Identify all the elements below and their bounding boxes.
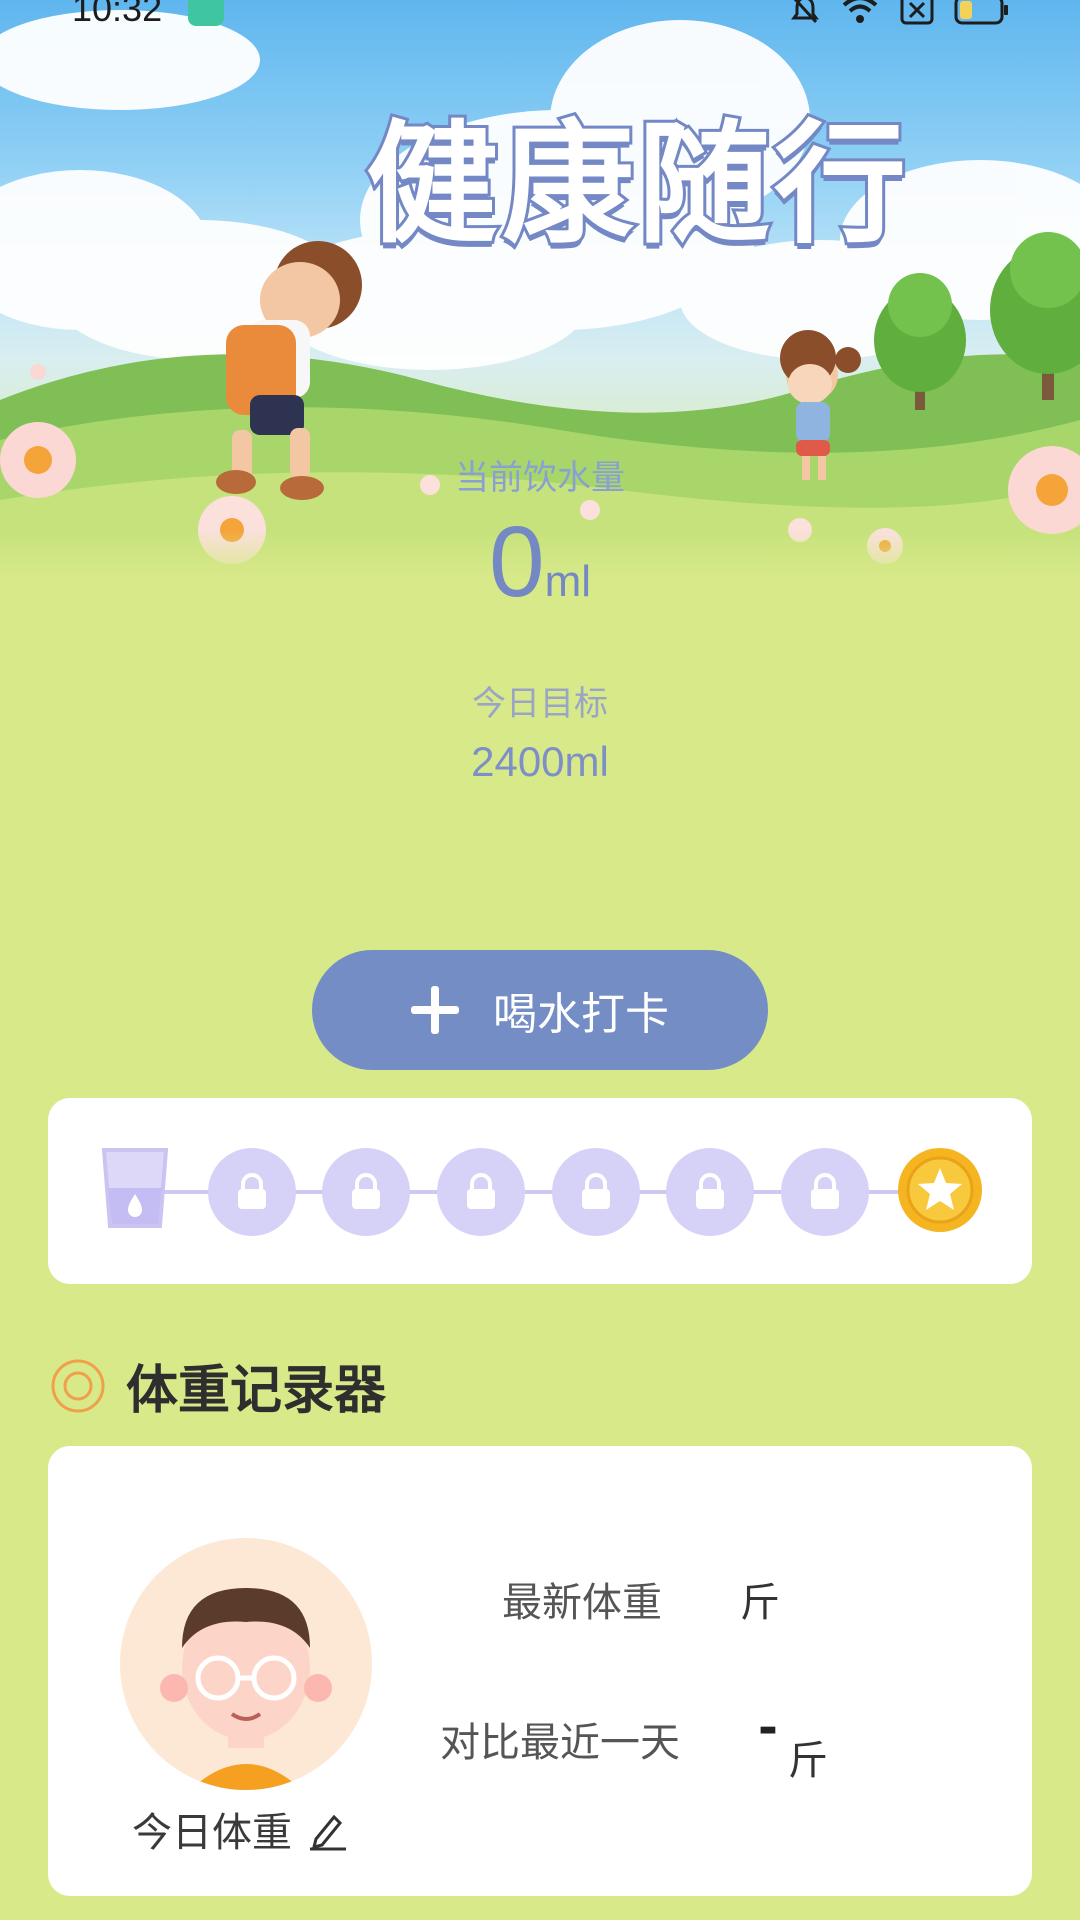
daily-goal-label: 今日目标 [472, 684, 608, 724]
weight-section-header: 体重记录器 [50, 1348, 386, 1423]
current-intake-value: 0 [488, 506, 545, 618]
wifi-icon [842, 0, 878, 23]
plus-icon [411, 986, 459, 1034]
lock-icon [696, 1173, 724, 1209]
lock-step-2[interactable] [322, 1148, 410, 1236]
lock-icon [238, 1173, 266, 1209]
hero-banner: 10:32 健康随行 当前饮水量 [0, 0, 1080, 580]
latest-weight-unit: 斤 [740, 1580, 780, 1626]
lock-step-5[interactable] [666, 1148, 754, 1236]
app-notification-icon [188, 0, 224, 26]
cup-icon[interactable] [100, 1146, 170, 1230]
status-bar: 10:32 [0, 0, 1080, 34]
mute-bell-icon [791, 0, 819, 24]
no-sim-icon [900, 0, 934, 25]
lock-icon [467, 1173, 495, 1209]
pencil-icon[interactable] [306, 1807, 350, 1851]
status-time: 10:32 [72, 0, 163, 29]
battery-icon [954, 0, 1008, 25]
compare-recent-value: - [758, 1700, 778, 1756]
lock-step-4[interactable] [552, 1148, 640, 1236]
hero-title: 健康随行 [363, 105, 910, 265]
compare-recent-label: 对比最近一天 [440, 1720, 680, 1766]
latest-weight-label: 最新体重 [502, 1580, 662, 1626]
lock-icon [352, 1173, 380, 1209]
drink-checkin-button[interactable]: 喝水打卡 [312, 950, 768, 1070]
avatar-illustration [160, 1588, 332, 1790]
weight-card: 今日体重 最新体重 斤 对比最近一天 - 斤 [48, 1446, 1032, 1896]
today-weight-label: 今日体重 [132, 1810, 292, 1856]
star-coin-icon[interactable] [896, 1146, 984, 1234]
lock-icon [582, 1173, 610, 1209]
target-icon [51, 1359, 105, 1412]
lock-step-6[interactable] [781, 1148, 869, 1236]
lock-step-1[interactable] [208, 1148, 296, 1236]
lock-icon [811, 1173, 839, 1209]
water-progress-card [48, 1098, 1032, 1284]
lock-step-3[interactable] [437, 1148, 525, 1236]
current-intake-unit: ml [544, 557, 592, 606]
compare-recent-unit: 斤 [788, 1738, 828, 1784]
drink-checkin-label: 喝水打卡 [493, 989, 669, 1040]
edit-today-weight[interactable]: 今日体重 [132, 1800, 350, 1858]
avatar [120, 1538, 372, 1790]
weight-section-title: 体重记录器 [126, 1361, 387, 1421]
current-intake: 0ml [0, 505, 1080, 620]
current-intake-label: 当前饮水量 [455, 458, 625, 498]
daily-goal-value: 2400ml [471, 738, 609, 785]
